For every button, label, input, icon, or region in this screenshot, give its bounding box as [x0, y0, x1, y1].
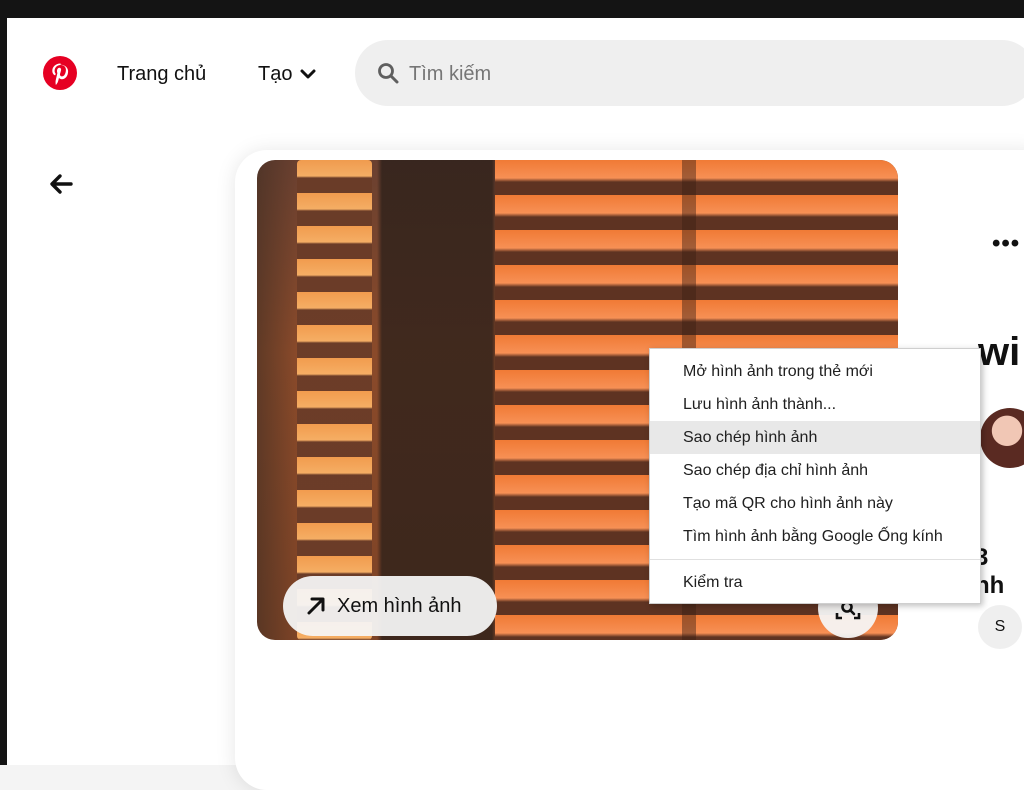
pinterest-logo[interactable] — [43, 56, 77, 90]
menu-item-copy-image-address[interactable]: Sao chép địa chỉ hình ảnh — [650, 454, 980, 487]
menu-separator — [650, 559, 980, 560]
reaction-chip[interactable]: S — [978, 605, 1022, 649]
back-arrow-icon[interactable] — [45, 168, 77, 200]
nav-create-label: Tạo — [258, 63, 293, 85]
window-top-bar — [0, 0, 1024, 18]
header: Trang chủ Tạo — [7, 18, 1024, 130]
more-icon[interactable]: ••• — [992, 230, 1020, 258]
chevron-down-icon — [300, 69, 316, 78]
pin-title: wi — [978, 330, 1021, 374]
menu-item-create-qr[interactable]: Tạo mã QR cho hình ảnh này — [650, 487, 980, 520]
diagonal-arrow-icon — [307, 597, 325, 615]
menu-item-google-lens[interactable]: Tìm hình ảnh bằng Google Ống kính — [650, 520, 980, 553]
menu-item-copy-image[interactable]: Sao chép hình ảnh — [650, 421, 980, 454]
context-menu: Mở hình ảnh trong thẻ mới Lưu hình ảnh t… — [649, 348, 981, 604]
window-left-edge — [0, 18, 7, 765]
search-input[interactable] — [407, 58, 971, 90]
menu-item-open-new-tab[interactable]: Mở hình ảnh trong thẻ mới — [650, 355, 980, 388]
search-bar[interactable] — [355, 40, 1024, 106]
view-image-label: Xem hình ảnh — [337, 594, 462, 617]
menu-item-save-image-as[interactable]: Lưu hình ảnh thành... — [650, 388, 980, 421]
view-image-button[interactable]: Xem hình ảnh — [283, 576, 497, 636]
nav-home-link[interactable]: Trang chủ — [117, 63, 206, 86]
image-blinds-left — [297, 160, 372, 640]
nav-create-dropdown[interactable]: Tạo — [258, 63, 316, 86]
menu-item-inspect[interactable]: Kiểm tra — [650, 566, 980, 599]
comment-count: 3 nh — [975, 544, 1005, 599]
search-icon — [378, 63, 399, 84]
